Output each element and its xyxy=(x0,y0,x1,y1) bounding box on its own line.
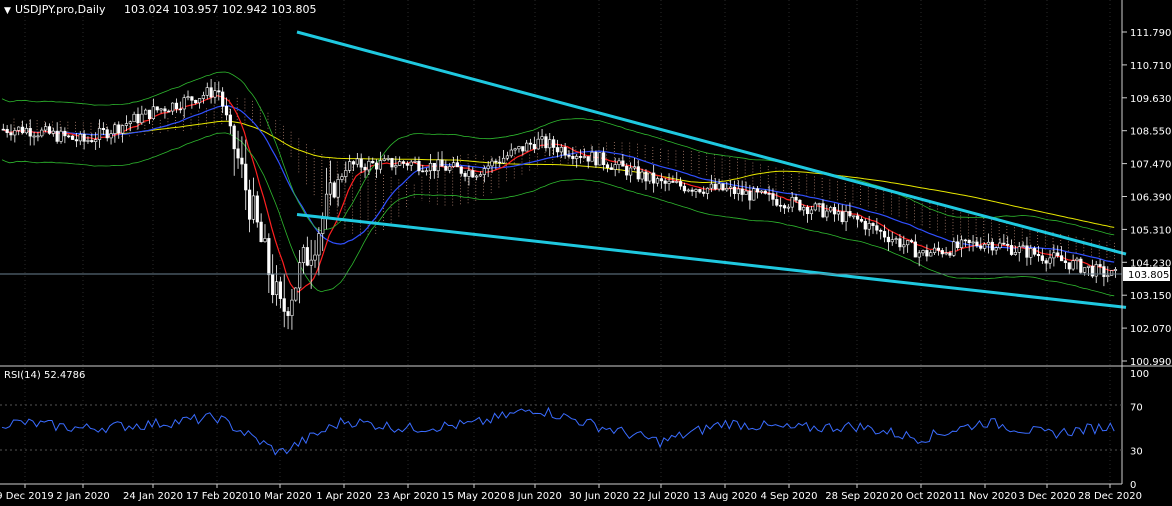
time-tick-label: 30 Jun 2020 xyxy=(569,491,629,502)
time-tick-label: 15 May 2020 xyxy=(441,491,506,502)
candle[interactable] xyxy=(798,199,802,212)
rsi-tick-label: 30 xyxy=(1130,447,1143,458)
time-tick-label: 17 Feb 2020 xyxy=(186,491,248,502)
time-tick-label: 20 Oct 2020 xyxy=(890,491,952,502)
time-tick-label: 11 Nov 2020 xyxy=(953,491,1017,502)
chart-title: USDJPY.pro,Daily xyxy=(15,3,106,16)
chart-header-icon: ▼ xyxy=(4,6,11,16)
price-tick-label: 105.310 xyxy=(1130,225,1171,236)
time-tick-label: 2 Jan 2020 xyxy=(56,491,110,502)
price-tick-label: 110.710 xyxy=(1130,61,1171,72)
candle[interactable] xyxy=(1110,270,1114,276)
current-price-value: 103.805 xyxy=(1128,270,1169,281)
time-tick-label: 23 Apr 2020 xyxy=(377,491,439,502)
rsi-label: RSI(14) 52.4786 xyxy=(4,370,85,381)
time-tick-label: 28 Sep 2020 xyxy=(825,491,888,502)
time-tick-label: 22 Jul 2020 xyxy=(633,491,690,502)
price-tick-label: 107.470 xyxy=(1130,160,1171,171)
price-tick-label: 102.070 xyxy=(1130,324,1171,335)
time-tick-label: 8 Jun 2020 xyxy=(508,491,562,502)
price-tick-label: 108.550 xyxy=(1130,127,1171,138)
candle[interactable] xyxy=(1079,256,1083,274)
rsi-tick-label: 70 xyxy=(1130,402,1143,413)
candle[interactable] xyxy=(255,191,259,228)
rsi-tick-label: 100 xyxy=(1130,369,1149,380)
rsi-tick-label: 0 xyxy=(1130,480,1136,491)
candle[interactable] xyxy=(598,152,602,166)
chart-canvas[interactable]: ▼ USDJPY.pro,Daily 103.024 103.957 102.9… xyxy=(0,0,1172,506)
time-tick-label: 3 Dec 2020 xyxy=(1018,491,1076,502)
candle[interactable] xyxy=(721,183,725,192)
price-tick-label: 100.990 xyxy=(1130,357,1171,368)
time-tick-label: 9 Dec 2019 xyxy=(0,491,54,502)
price-tick-label: 109.630 xyxy=(1130,94,1171,105)
time-tick-label: 28 Dec 2020 xyxy=(1078,491,1142,502)
price-tick-label: 106.390 xyxy=(1130,193,1171,204)
candle[interactable] xyxy=(294,287,298,302)
time-tick-label: 13 Aug 2020 xyxy=(693,491,757,502)
price-tick-label: 103.150 xyxy=(1130,291,1171,302)
candle[interactable] xyxy=(594,150,598,168)
time-tick-label: 10 Mar 2020 xyxy=(248,491,311,502)
time-tick-label: 24 Jan 2020 xyxy=(123,491,183,502)
candle[interactable] xyxy=(70,135,75,141)
candle[interactable] xyxy=(332,180,336,199)
time-tick-label: 4 Sep 2020 xyxy=(760,491,817,502)
time-tick-label: 1 Apr 2020 xyxy=(316,491,371,502)
price-tick-label: 111.790 xyxy=(1130,28,1171,39)
current-price-label: 103.805 xyxy=(1123,267,1170,281)
ohlc-readout: 103.024 103.957 102.942 103.805 xyxy=(124,3,316,16)
